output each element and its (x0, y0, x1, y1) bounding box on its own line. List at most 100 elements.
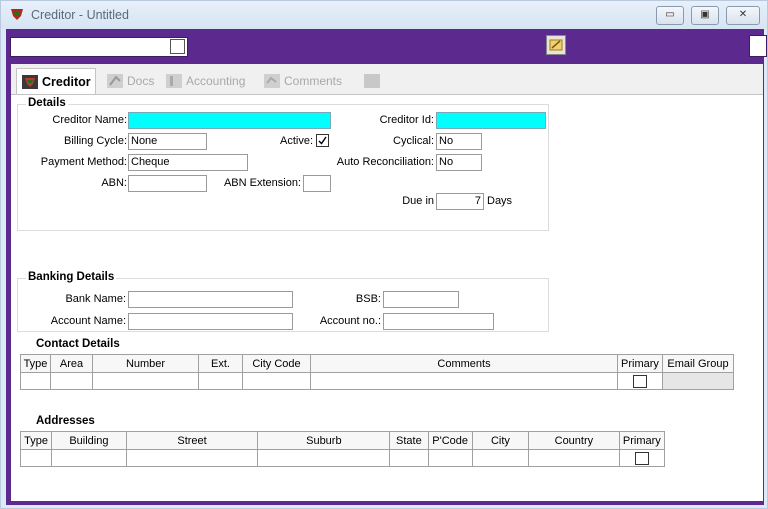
cyclical-field[interactable]: No (436, 133, 482, 150)
contact-details-title: Contact Details (36, 338, 120, 350)
tab-docs[interactable]: Docs (102, 68, 158, 94)
table-row[interactable] (20, 372, 734, 390)
column-header[interactable]: Suburb (257, 431, 391, 450)
table-cell[interactable] (257, 449, 391, 467)
tab-accounting[interactable]: Accounting (161, 68, 249, 94)
bsb-field[interactable] (383, 291, 459, 308)
days-label: Days (487, 195, 513, 207)
table-cell[interactable] (51, 449, 127, 467)
table-cell[interactable] (92, 372, 199, 390)
billing-cycle-label: Billing Cycle: (64, 135, 127, 147)
addresses-table[interactable]: Type Building Street Suburb State P'Code… (19, 431, 666, 467)
column-header[interactable]: Primary (618, 431, 666, 450)
creditor-content: Details Creditor Name: Creditor Id: Bill… (11, 94, 763, 501)
abn-extension-label: ABN Extension: (223, 177, 301, 189)
active-label: Active: (279, 135, 313, 147)
billing-cycle-field[interactable]: None (128, 133, 207, 150)
table-cell[interactable] (50, 372, 93, 390)
payment-method-label: Payment Method: (40, 156, 127, 168)
table-cell[interactable] (242, 372, 311, 390)
window-title: Creditor - Untitled (31, 8, 129, 22)
accounting-tab-icon (165, 73, 183, 89)
table-cell[interactable] (528, 449, 620, 467)
column-header[interactable]: State (389, 431, 429, 450)
table-cell[interactable] (471, 449, 530, 467)
column-header[interactable]: Type (19, 431, 53, 450)
app-icon (10, 8, 24, 21)
abn-field[interactable] (128, 175, 207, 192)
column-header[interactable]: Type (20, 354, 51, 373)
maximize-button[interactable]: ▣ (691, 6, 719, 25)
account-no-field[interactable] (383, 313, 494, 330)
column-header[interactable]: Comments (310, 354, 618, 373)
bank-name-label: Bank Name: (65, 293, 126, 305)
creditor-id-field[interactable] (436, 112, 546, 129)
account-name-field[interactable] (128, 313, 293, 330)
column-header[interactable]: Primary (617, 354, 663, 373)
table-cell[interactable] (617, 372, 663, 390)
tab-label: Accounting (186, 74, 246, 88)
toolbar-checkbox[interactable] (170, 39, 185, 54)
addresses-title: Addresses (36, 415, 95, 427)
column-header[interactable]: City (471, 431, 530, 450)
contact-details-table[interactable]: Type Area Number Ext. City Code Comments… (20, 354, 734, 390)
table-cell[interactable] (389, 449, 429, 467)
table-cell[interactable] (198, 372, 243, 390)
table-header-row: Type Building Street Suburb State P'Code… (19, 431, 666, 450)
column-header[interactable]: Ext. (198, 354, 243, 373)
account-name-label: Account Name: (50, 315, 126, 327)
abn-label: ABN: (101, 177, 127, 189)
comments-tab-icon (263, 73, 281, 89)
cyclical-label: Cyclical: (393, 135, 434, 147)
title-bar[interactable]: Creditor - Untitled ▭ ▣ ✕ (1, 1, 767, 29)
due-in-field[interactable]: 7 (436, 193, 484, 210)
tab-blank[interactable] (359, 68, 388, 94)
tab-bar: Creditor Docs Accounting Comments (11, 64, 763, 94)
tab-creditor[interactable]: Creditor (16, 68, 96, 94)
creditor-window: Creditor - Untitled ▭ ▣ ✕ Creditor Docs … (0, 0, 768, 509)
column-header[interactable]: Country (528, 431, 620, 450)
primary-checkbox[interactable] (633, 374, 647, 388)
column-header[interactable]: P'Code (427, 431, 473, 450)
main-panel: Creditor Docs Accounting Comments Detail… (11, 64, 763, 501)
close-button[interactable]: ✕ (726, 6, 760, 25)
column-header[interactable]: Number (92, 354, 199, 373)
column-header[interactable]: Street (125, 431, 259, 450)
table-row[interactable] (19, 449, 666, 467)
toolbar-search-input[interactable] (10, 37, 188, 57)
toolbar-box[interactable] (749, 35, 767, 57)
creditor-name-field[interactable] (128, 112, 331, 129)
column-header[interactable]: Building (51, 431, 127, 450)
payment-method-field[interactable]: Cheque (128, 154, 248, 171)
tab-label: Comments (284, 74, 343, 88)
table-cell[interactable] (427, 449, 473, 467)
lamp-icon[interactable] (546, 35, 566, 55)
abn-extension-field[interactable] (303, 175, 331, 192)
table-cell[interactable] (20, 372, 51, 390)
auto-reconciliation-label: Auto Reconciliation: (336, 156, 434, 168)
column-header[interactable]: City Code (242, 354, 311, 373)
details-title: Details (26, 97, 68, 109)
column-header[interactable]: Area (50, 354, 93, 373)
table-cell[interactable] (125, 449, 259, 467)
docs-tab-icon (106, 73, 124, 89)
minimize-button[interactable]: ▭ (656, 6, 684, 25)
tab-comments[interactable]: Comments (259, 68, 346, 94)
tab-label: Docs (127, 74, 155, 88)
creditor-id-label: Creditor Id: (379, 114, 434, 126)
primary-checkbox[interactable] (634, 451, 649, 465)
table-header-row: Type Area Number Ext. City Code Comments… (20, 354, 734, 373)
active-checkbox[interactable] (316, 134, 329, 147)
tab-label: Creditor (42, 74, 91, 89)
table-cell[interactable] (618, 449, 666, 467)
blank-tab-icon (363, 73, 381, 89)
table-cell[interactable] (310, 372, 618, 390)
auto-reconciliation-field[interactable]: No (436, 154, 482, 171)
bank-name-field[interactable] (128, 291, 293, 308)
bsb-label: BSB: (355, 293, 381, 305)
column-header[interactable]: Email Group (662, 354, 734, 373)
table-cell[interactable] (662, 372, 734, 390)
due-in-label: Due in (402, 195, 434, 207)
creditor-name-label: Creditor Name: (52, 114, 127, 126)
table-cell[interactable] (19, 449, 53, 467)
